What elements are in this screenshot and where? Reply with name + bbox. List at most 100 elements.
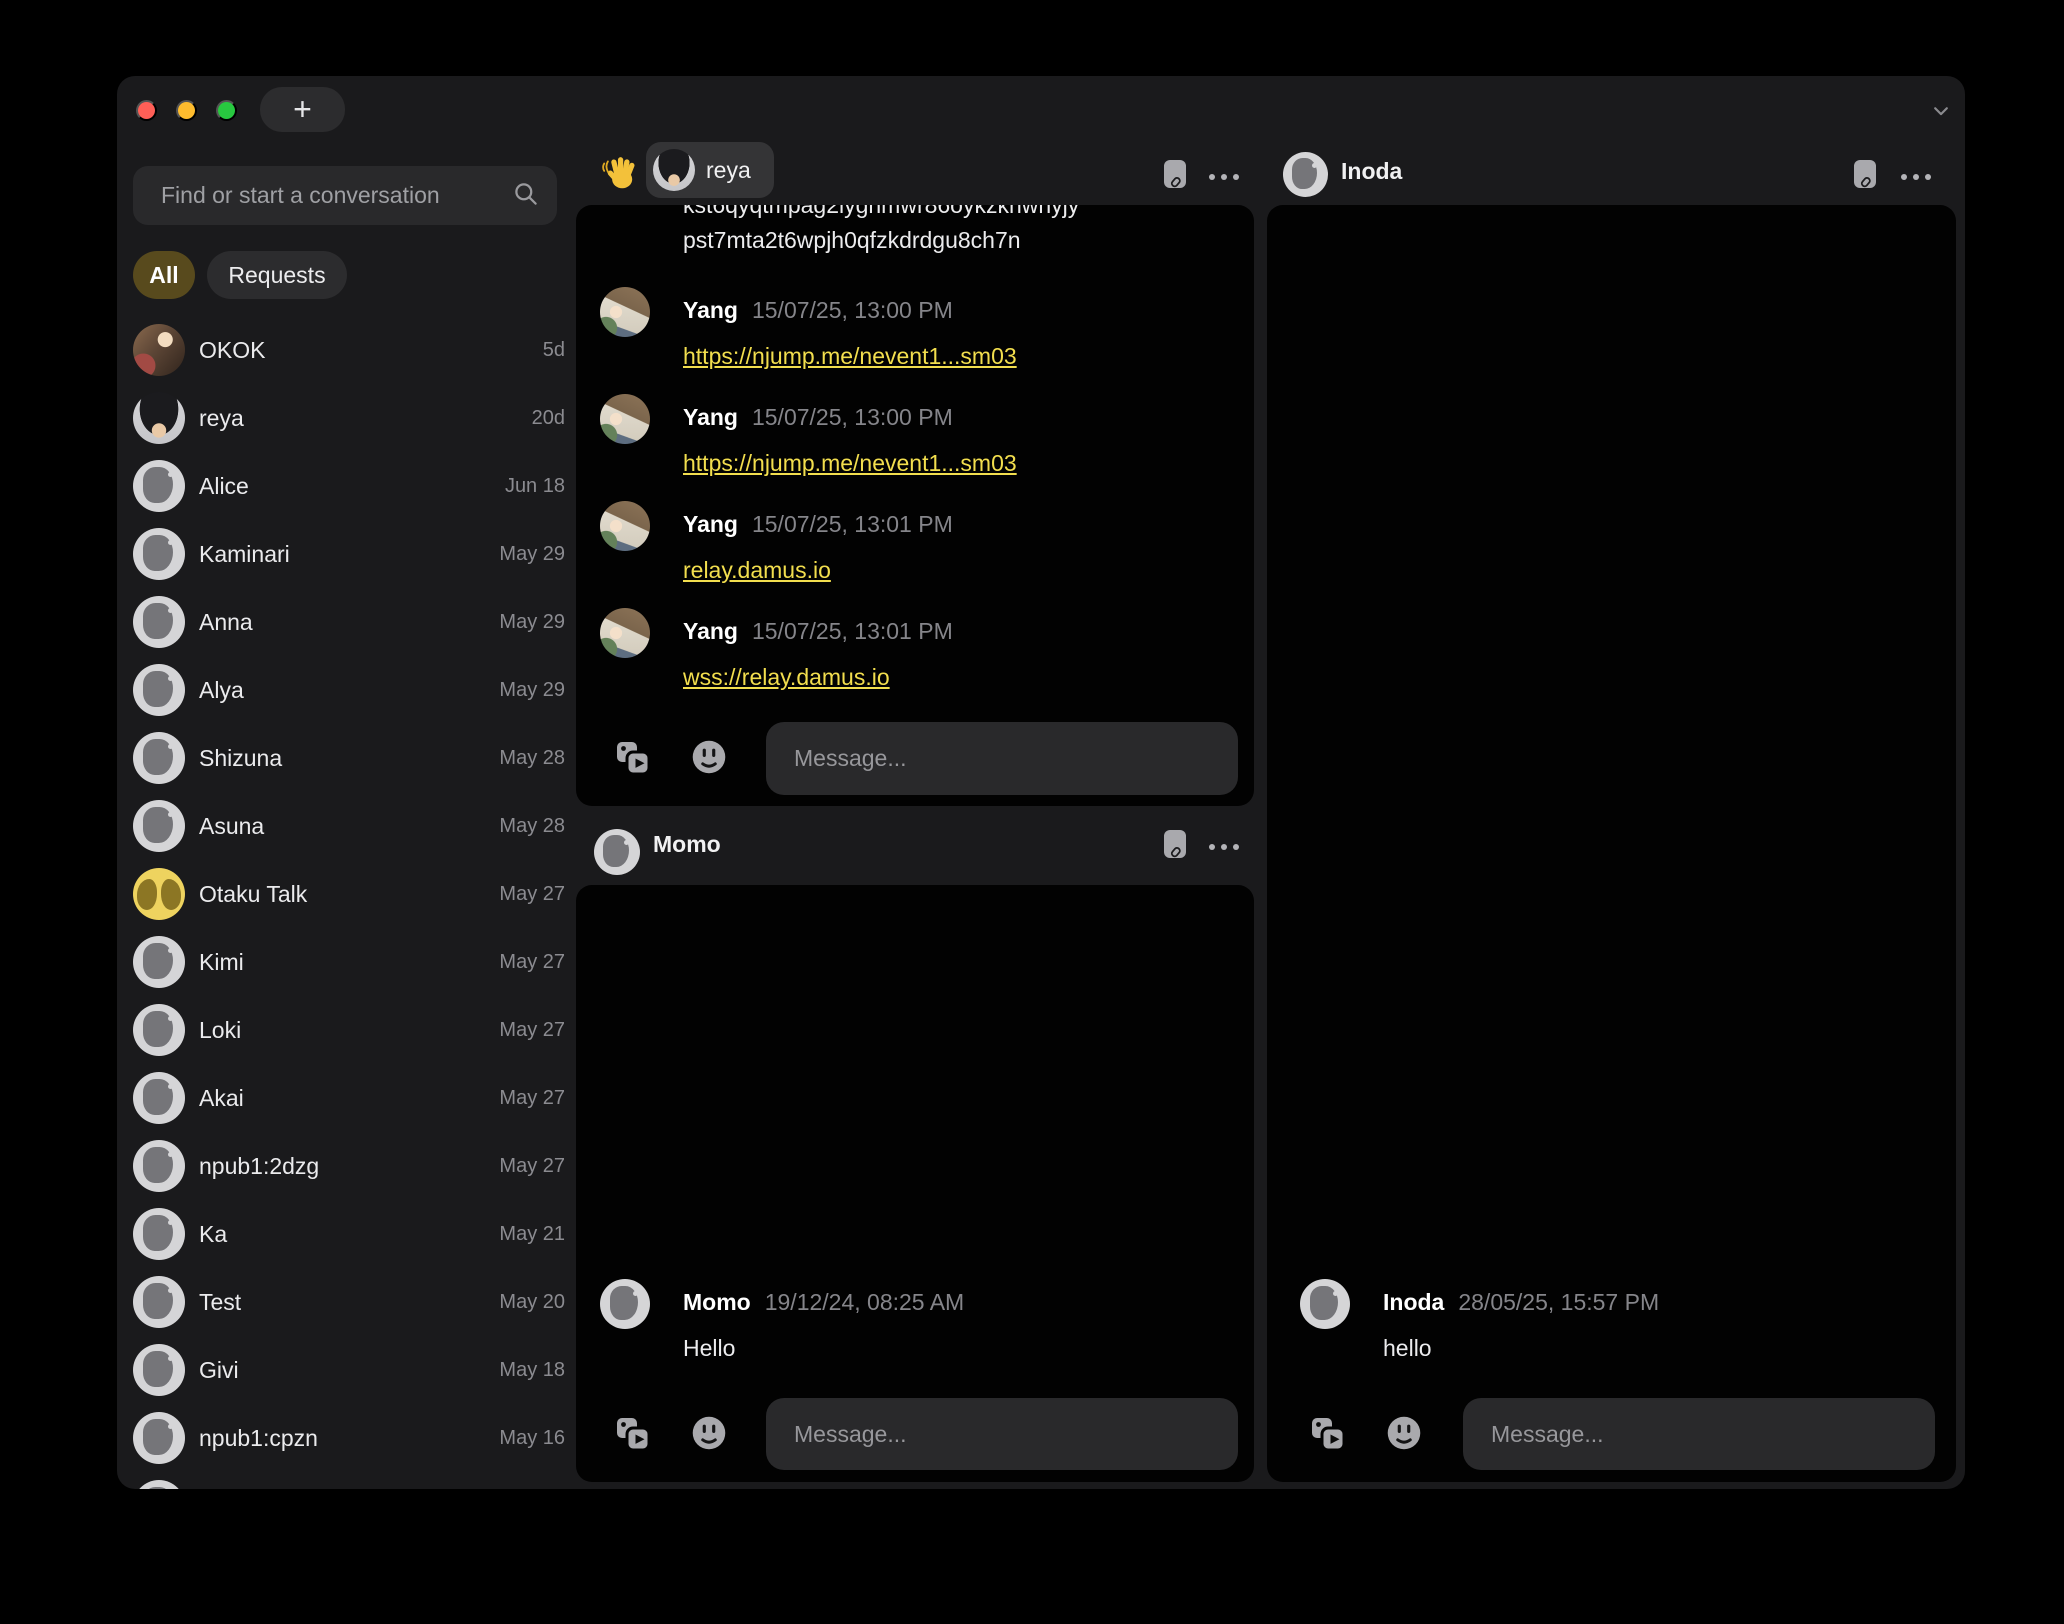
media-picker-button[interactable] (612, 1413, 654, 1455)
media-picker-button[interactable] (612, 737, 654, 779)
conversation-name: Ka (199, 1221, 227, 1248)
avatar (1300, 1279, 1350, 1329)
conversation-date: May 28 (499, 747, 565, 770)
list-item-test[interactable]: Test May 20 (133, 1268, 565, 1336)
conversation-name: Test (199, 1289, 241, 1316)
conversation-date: May 29 (499, 543, 565, 566)
list-item-loki[interactable]: Loki May 27 (133, 996, 565, 1064)
three-dots-icon (1209, 174, 1239, 180)
conversation-name: Givi (199, 1357, 239, 1384)
message-text: pst7mta2t6wpjh0qfzkdrdgu8ch7n (683, 227, 1021, 254)
compose-note-button[interactable] (1155, 824, 1197, 866)
avatar (600, 287, 650, 337)
message-link[interactable]: relay.damus.io (683, 557, 831, 584)
message-header: Yang 15/07/25, 13:01 PM (683, 618, 953, 645)
conversation-date: May 27 (499, 1155, 565, 1178)
media-picker-button[interactable] (1307, 1413, 1349, 1455)
close-window-button[interactable] (136, 100, 157, 121)
message-timestamp: 28/05/25, 15:57 PM (1458, 1289, 1659, 1316)
more-options-button[interactable] (1203, 156, 1245, 198)
message-link[interactable]: https://njump.me/nevent1...sm03 (683, 450, 1017, 477)
tab-requests[interactable]: Requests (207, 251, 347, 299)
message-input[interactable] (766, 722, 1238, 795)
conversation-name: Akai (199, 1085, 244, 1112)
list-item-givi[interactable]: Givi May 18 (133, 1336, 565, 1404)
new-conversation-button[interactable]: + (260, 87, 345, 132)
conversation-name: reya (199, 405, 244, 432)
message-timestamp: 15/07/25, 13:01 PM (752, 618, 953, 645)
conversation-name: Otaku Talk (199, 881, 307, 908)
app-window: + All Requests OKOK 5d reya 20d Alice Ju… (117, 76, 1965, 1489)
emoji-picker-button[interactable] (688, 1412, 730, 1454)
message-header: Inoda 28/05/25, 15:57 PM (1383, 1289, 1659, 1316)
minimize-window-button[interactable] (176, 100, 197, 121)
list-item-akai[interactable]: Akai May 27 (133, 1064, 565, 1132)
message-timestamp: 15/07/25, 13:01 PM (752, 511, 953, 538)
zoom-window-button[interactable] (216, 100, 237, 121)
avatar (600, 608, 650, 658)
conversation-date: May 29 (499, 679, 565, 702)
avatar (133, 1480, 185, 1489)
conversation-date: May 28 (499, 815, 565, 838)
message-link[interactable]: wss://relay.damus.io (683, 664, 890, 691)
list-item-asuna[interactable]: Asuna May 28 (133, 792, 565, 860)
emoji-picker-button[interactable] (1383, 1412, 1425, 1454)
avatar (133, 1072, 185, 1124)
tab-all[interactable]: All (133, 251, 195, 299)
message-header: Yang 15/07/25, 13:00 PM (683, 297, 953, 324)
avatar (600, 394, 650, 444)
message-author: Yang (683, 511, 738, 538)
search-input[interactable] (159, 181, 512, 210)
chevron-down-icon[interactable] (1929, 102, 1953, 122)
compose-note-button[interactable] (1845, 154, 1887, 196)
conversation-name: Shizuna (199, 745, 282, 772)
avatar (133, 1004, 185, 1056)
message-input-box (1463, 1398, 1935, 1470)
avatar (133, 528, 185, 580)
list-item-reya[interactable]: reya 20d (133, 384, 565, 452)
message-input[interactable] (766, 1398, 1238, 1470)
clipped-message-text: kst6qyqtmpag2lygnmwr86oykzknwnyjy (683, 205, 1079, 219)
list-item-shizuna[interactable]: Shizuna May 28 (133, 724, 565, 792)
avatar (133, 460, 185, 512)
avatar (133, 1276, 185, 1328)
conversation-name: npub1:2dzg (199, 1153, 319, 1180)
list-item-kaminari[interactable]: Kaminari May 29 (133, 520, 565, 588)
chat-tab-label: reya (706, 157, 751, 184)
conversation-name: OKOK (199, 337, 265, 364)
list-item-alya[interactable]: Alya May 29 (133, 656, 565, 724)
open-chat-tab-reya[interactable]: reya (646, 142, 774, 198)
list-item-ka[interactable]: Ka May 21 (133, 1200, 565, 1268)
list-item-otaku-talk[interactable]: Otaku Talk May 27 (133, 860, 565, 928)
message-author: Yang (683, 404, 738, 431)
search-bar (133, 166, 557, 225)
conversation-date: May 27 (499, 1019, 565, 1042)
avatar (133, 936, 185, 988)
emoji-picker-button[interactable] (688, 736, 730, 778)
list-item-npub-2dzg[interactable]: npub1:2dzg May 27 (133, 1132, 565, 1200)
chat-panel-reya: kst6qyqtmpag2lygnmwr86oykzknwnyjy pst7mt… (576, 205, 1254, 806)
compose-note-button[interactable] (1155, 154, 1197, 196)
list-item-kimi[interactable]: Kimi May 27 (133, 928, 565, 996)
message-link[interactable]: https://njump.me/nevent1...sm03 (683, 343, 1017, 370)
search-icon (512, 180, 539, 212)
message-input-box (766, 1398, 1238, 1470)
list-item-partial[interactable] (133, 1472, 565, 1489)
conversation-date: May 21 (499, 1223, 565, 1246)
message-input[interactable] (1463, 1398, 1935, 1470)
chat-title-momo: Momo (653, 831, 721, 858)
list-item-okok[interactable]: OKOK 5d (133, 316, 565, 384)
conversation-name: Kimi (199, 949, 244, 976)
list-item-anna[interactable]: Anna May 29 (133, 588, 565, 656)
list-item-npub-cpzn[interactable]: npub1:cpzn May 16 (133, 1404, 565, 1472)
conversation-date: May 18 (499, 1359, 565, 1382)
three-dots-icon (1209, 844, 1239, 850)
list-item-alice[interactable]: Alice Jun 18 (133, 452, 565, 520)
avatar (133, 1344, 185, 1396)
conversation-name: Alya (199, 677, 244, 704)
more-options-button[interactable] (1895, 156, 1937, 198)
conversation-date: Jun 18 (505, 475, 565, 498)
more-options-button[interactable] (1203, 826, 1245, 868)
message-header: Yang 15/07/25, 13:00 PM (683, 404, 953, 431)
conversation-date: May 29 (499, 611, 565, 634)
